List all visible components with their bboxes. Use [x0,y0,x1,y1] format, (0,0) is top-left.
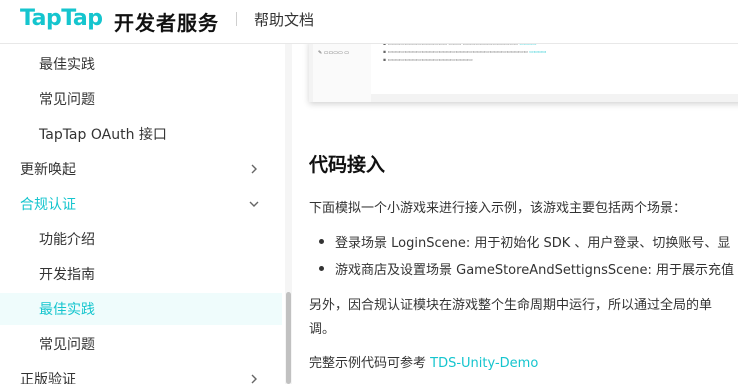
sidebar-item-label: 开发指南 [39,267,95,283]
sidebar-item-features[interactable]: 功能介绍 [0,223,282,255]
bullet-store-scene: 游戏商店及设置场景 GameStoreAndSettignsScene: 用于展… [335,263,735,278]
taptap-logo[interactable]: TapTap [20,6,103,31]
sidebar-item-update-launch[interactable]: 更新唤起 [0,153,282,185]
chevron-down-icon [249,201,259,207]
demo-prefix-text: 完整示例代码可参考 [309,356,431,371]
developer-services-title[interactable]: 开发者服务 [114,7,219,36]
sidebar-item-faq-2[interactable]: 常见问题 [0,328,282,360]
intro-paragraph: 下面模拟一个小游戏来进行接入示例，该游戏主要包括两个场景： [309,201,687,216]
sidebar-nav: 最佳实践 常见问题 TapTap OAuth 接口 更新唤起 合规认证 功能介绍… [0,44,292,384]
demo-reference: 完整示例代码可参考 TDS-Unity-Demo [309,352,538,371]
sidebar-item-taptap-oauth[interactable]: TapTap OAuth 接口 [0,118,282,150]
sidebar-item-label: TapTap OAuth 接口 [39,127,167,143]
section-heading: 代码接入 [309,154,386,176]
note-paragraph-line2: 调。 [309,322,336,337]
top-header: TapTap 开发者服务 帮助文档 [0,0,738,44]
sidebar-scrollbar-thumb[interactable] [286,292,291,384]
help-docs-link[interactable]: 帮助文档 [254,9,314,30]
sidebar-item-best-practice[interactable]: 最佳实践 [0,48,282,80]
sidebar-item-label: 最佳实践 [39,302,95,318]
sidebar-item-dev-guide[interactable]: 开发指南 [0,258,282,290]
screenshot-preview-image: ✎ ▭▭▭▭ ▭ ▪ ▭▭▭▭▭▭▭▭▭▭▭▭▭▭ ▭▭▭ ▭▭▭▭▭▭▭▭▭▭… [309,44,738,102]
sidebar-item-license-verify[interactable]: 正版验证 [0,363,282,384]
header-divider [236,12,237,26]
sidebar-item-faq[interactable]: 常见问题 [0,83,282,115]
sidebar-item-label: 最佳实践 [39,57,95,73]
sidebar-item-compliance[interactable]: 合规认证 [0,188,282,220]
note-paragraph-line1: 另外，因合规认证模块在游戏整个生命周期中运行，所以通过全局的单 [309,298,713,313]
bullet-login-scene: 登录场景 LoginScene: 用于初始化 SDK 、用户登录、切换账号、显 [335,236,731,251]
sidebar-item-label: 合规认证 [20,197,76,213]
sidebar-item-label: 常见问题 [39,92,95,108]
main-content: ✎ ▭▭▭▭ ▭ ▪ ▭▭▭▭▭▭▭▭▭▭▭▭▭▭ ▭▭▭ ▭▭▭▭▭▭▭▭▭▭… [293,44,738,384]
preview-left-label: ✎ ▭▭▭▭ ▭ [318,50,349,56]
sidebar-item-label: 正版验证 [20,372,76,384]
sidebar-item-label: 功能介绍 [39,232,95,248]
sidebar-item-label: 常见问题 [39,337,95,353]
sidebar-item-label: 更新唤起 [20,162,76,178]
bullet-dot [319,239,324,244]
sidebar-item-best-practice-selected[interactable]: 最佳实践 [0,293,282,325]
chevron-right-icon [251,164,257,174]
tds-unity-demo-link[interactable]: TDS-Unity-Demo [430,356,538,371]
bullet-dot [319,266,324,271]
chevron-right-icon [251,374,257,384]
